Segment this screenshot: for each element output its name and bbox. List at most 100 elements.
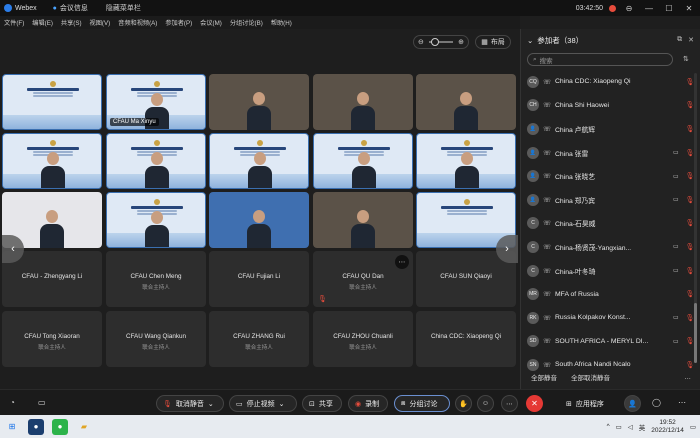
- participant-row[interactable]: 👤 ☏ China 张雷 ▭ 🎙: [521, 141, 700, 165]
- meeting-info-button[interactable]: ● 会议信息: [53, 3, 88, 13]
- video-tile[interactable]: [416, 133, 516, 189]
- mute-all-button[interactable]: 全部静音: [531, 372, 557, 382]
- participant-row[interactable]: C ☏ China-石昊威 🎙: [521, 212, 700, 236]
- video-tile[interactable]: [106, 192, 206, 248]
- leave-meeting-button[interactable]: ✕: [526, 395, 543, 412]
- participant-tile[interactable]: CFAU Fujian Li: [209, 251, 309, 307]
- breakout-button[interactable]: ⧈ 分组讨论: [394, 395, 450, 412]
- hide-menu-bar-button[interactable]: 隐藏菜单栏: [106, 3, 141, 13]
- menu-file[interactable]: 文件(F): [4, 18, 24, 27]
- chat-icon[interactable]: ◯: [652, 398, 661, 407]
- participants-button[interactable]: 👤: [624, 395, 641, 412]
- participant-tile[interactable]: CFAU ZHOU Chuanli 联合主持人: [313, 311, 413, 367]
- apps-button[interactable]: ⊞ 应用程序: [560, 395, 616, 412]
- participant-tile[interactable]: CFAU ZHANG Rui 联合主持人: [209, 311, 309, 367]
- menu-participants[interactable]: 参加者(P): [165, 18, 192, 27]
- participant-scrollbar[interactable]: [694, 73, 697, 363]
- participant-row[interactable]: C ☏ China-杨贤茂-Yangxian... ▭ 🎙: [521, 235, 700, 259]
- search-input[interactable]: 搜索: [540, 55, 553, 65]
- sort-icon[interactable]: ⇅: [683, 55, 689, 63]
- participant-row[interactable]: C ☏ China-叶冬琦 ▭ 🎙: [521, 259, 700, 283]
- maximize-icon[interactable]: ☐: [662, 2, 676, 14]
- tray-expand-icon[interactable]: ^: [607, 423, 610, 430]
- zoom-in-icon[interactable]: ⊕: [458, 38, 464, 46]
- participant-row[interactable]: 👤 ☏ China 郑乃宾 ▭ 🎙: [521, 188, 700, 212]
- participant-tile[interactable]: China CDC: Xiaopeng Qi: [416, 311, 516, 367]
- reactions-icon[interactable]: ◔: [10, 398, 15, 407]
- menu-breakout[interactable]: 分组讨论(B): [230, 18, 263, 27]
- video-tile[interactable]: [416, 74, 516, 130]
- menu-view[interactable]: 视图(V): [90, 18, 111, 27]
- video-tile[interactable]: [209, 133, 309, 189]
- video-tile[interactable]: [106, 133, 206, 189]
- popout-icon[interactable]: ⧉: [677, 36, 682, 44]
- video-tile[interactable]: [313, 74, 413, 130]
- chevron-down-icon[interactable]: ⌄: [208, 400, 214, 408]
- folder-taskbar-icon[interactable]: ▰: [76, 419, 92, 435]
- menu-help[interactable]: 帮助(H): [271, 18, 292, 27]
- camera-icon: ▭: [673, 268, 679, 275]
- minimize-icon[interactable]: —: [642, 2, 656, 14]
- menu-share[interactable]: 共享(S): [61, 18, 82, 27]
- captions-icon[interactable]: ▭: [38, 398, 46, 407]
- panel-footer: 全部静音 全部取消静音 …: [521, 370, 700, 384]
- video-tile[interactable]: CFAU Ma Xinyu: [106, 74, 206, 130]
- menu-edit[interactable]: 编辑(E): [32, 18, 53, 27]
- ime-indicator[interactable]: 英: [639, 422, 646, 432]
- participant-row[interactable]: 👤 ☏ China 卢航辉 🎙: [521, 117, 700, 141]
- more-panels-icon[interactable]: ⋯: [678, 398, 686, 407]
- zoom-control[interactable]: ⊖ ⊕: [413, 35, 469, 49]
- participant-tile[interactable]: CFAU Chen Meng 联合主持人: [106, 251, 206, 307]
- video-tile[interactable]: [2, 74, 102, 130]
- zoom-out-icon[interactable]: ⊖: [418, 38, 424, 46]
- video-tile[interactable]: [209, 192, 309, 248]
- participant-row[interactable]: 👤 ☏ China 张晓艺 ▭ 🎙: [521, 164, 700, 188]
- zoom-slider[interactable]: [429, 38, 453, 46]
- next-page-button[interactable]: ›: [496, 235, 518, 263]
- record-button[interactable]: ◉ 录制: [348, 395, 388, 412]
- participant-row[interactable]: MR ☏ MFA of Russia 🎙: [521, 282, 700, 306]
- share-label: 共享: [318, 400, 333, 408]
- more-options-icon[interactable]: …: [685, 374, 692, 381]
- layout-button[interactable]: ▦ 布局: [475, 35, 511, 49]
- windows-start-icon[interactable]: ⊞: [4, 419, 20, 435]
- emoji-button[interactable]: ☺: [477, 395, 494, 412]
- participant-row[interactable]: CH ☏ China Shi Haowei 🎙: [521, 94, 700, 118]
- chevron-down-icon[interactable]: ⌄: [279, 400, 285, 408]
- volume-icon[interactable]: ◁: [628, 423, 633, 431]
- webex-taskbar-icon[interactable]: ●: [28, 418, 44, 435]
- unmute-all-button[interactable]: 全部取消静音: [571, 372, 610, 382]
- video-tile[interactable]: [209, 74, 309, 130]
- panel-close-icon[interactable]: ✕: [688, 36, 694, 44]
- participant-row[interactable]: SD ☏ SOUTH AFRICA - MERYL DI... ▭ 🎙: [521, 330, 700, 354]
- notifications-icon[interactable]: ▭: [690, 423, 696, 431]
- audio-connection-icon: ☏: [543, 173, 552, 181]
- forum-banner: [21, 81, 85, 101]
- close-icon[interactable]: ✕: [682, 2, 696, 14]
- menu-audio-video[interactable]: 音频和视频(A): [118, 18, 157, 27]
- network-icon[interactable]: ▭: [616, 423, 622, 431]
- menu-meeting[interactable]: 会议(M): [200, 18, 222, 27]
- participant-row[interactable]: RK ☏ Russia Kolpakov Konst... ▭ 🎙: [521, 306, 700, 330]
- mic-muted-icon: 🎙: [318, 296, 327, 303]
- avatar: 👤: [527, 146, 539, 159]
- participant-search[interactable]: ⌕ 搜索: [527, 53, 673, 66]
- video-tile[interactable]: [313, 133, 413, 189]
- video-tile[interactable]: [2, 133, 102, 189]
- participant-row[interactable]: CQ ☏ China CDC: Xiaopeng Qi 🎙: [521, 70, 700, 94]
- collapse-chevron-icon[interactable]: ⌄: [527, 36, 533, 45]
- participant-tile[interactable]: CFAU QU Dan 联合主持人 🎙 ⋯: [313, 251, 413, 307]
- wechat-taskbar-icon[interactable]: ●: [52, 418, 68, 435]
- participant-tile[interactable]: CFAU Wang Qiankun 联合主持人: [106, 311, 206, 367]
- stop-video-button[interactable]: ▭ 停止视频 ⌄: [229, 395, 297, 412]
- window-option-icon[interactable]: ⊖: [622, 2, 636, 14]
- unmute-button[interactable]: 🎙 取消静音 ⌄: [156, 395, 224, 412]
- video-tile[interactable]: [313, 192, 413, 248]
- tile-more-button[interactable]: ⋯: [395, 255, 409, 269]
- participant-tile[interactable]: CFAU Tong Xiaoran 联合主持人: [2, 311, 102, 367]
- tile-role-label: 联合主持人: [245, 345, 273, 351]
- raise-hand-button[interactable]: ✋: [455, 395, 472, 412]
- share-button[interactable]: ⊡ 共享: [302, 395, 342, 412]
- more-button[interactable]: ⋯: [501, 395, 518, 412]
- taskbar-clock[interactable]: 19:52 2022/12/14: [651, 419, 684, 435]
